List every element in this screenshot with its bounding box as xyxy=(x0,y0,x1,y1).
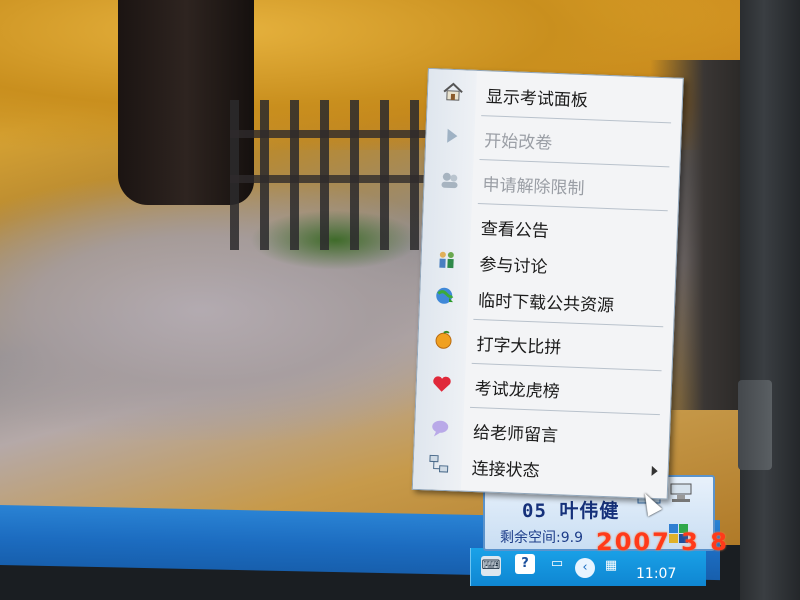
menu-item-label: 参与讨论 xyxy=(479,255,548,278)
menu-item-label: 连接状态 xyxy=(471,458,540,482)
home-icon xyxy=(443,82,463,101)
submenu-arrow-icon xyxy=(651,465,658,477)
taskbar-clock: 11:07 xyxy=(636,566,677,582)
menu-item-label: 考试龙虎榜 xyxy=(474,379,561,403)
play-icon xyxy=(447,128,458,143)
student-name: 05 叶伟健 xyxy=(522,500,620,522)
heart-icon xyxy=(433,376,451,392)
network-tray-icon[interactable]: ▦ xyxy=(601,556,621,576)
collapse-tray-icon[interactable]: ‹ xyxy=(575,558,595,578)
globe-download-icon xyxy=(436,287,454,304)
menu-item-label: 打字大比拼 xyxy=(476,335,562,359)
menu-item-label: 申请解除限制 xyxy=(482,175,585,200)
menu-item-label: 给老师留言 xyxy=(472,423,559,447)
remaining-space: 剩余空间:9.9 xyxy=(500,530,583,546)
keyboard-icon[interactable]: ⌨ xyxy=(481,556,501,576)
orange-icon xyxy=(435,330,452,349)
help-icon[interactable]: ? xyxy=(515,554,535,574)
people-icon xyxy=(439,251,454,269)
message-icon xyxy=(432,420,449,437)
network-icon xyxy=(429,454,449,473)
window-icon[interactable]: ▭ xyxy=(547,554,567,574)
menu-item-label: 开始改卷 xyxy=(483,131,553,154)
tray-context-menu: 显示考试面板 开始改卷 申请解除限制 查看公告 参与讨论 临时下载公共资源 打字… xyxy=(411,68,684,500)
menu-item-label: 临时下载公共资源 xyxy=(477,291,615,317)
menu-item-label: 显示考试面板 xyxy=(485,87,589,112)
users-icon xyxy=(441,172,458,189)
photo-of-monitor: ⌨ ? ▭ ‹ ▦ 11:07 05 叶伟健 剩余空间:9.9 2007 3 8 xyxy=(0,0,800,600)
monitor-clip xyxy=(738,380,772,470)
server-icon[interactable] xyxy=(668,481,694,505)
menu-item-label: 查看公告 xyxy=(480,219,550,242)
monitor-bezel-right xyxy=(740,0,800,600)
camera-date-stamp: 2007 3 8 xyxy=(596,528,729,556)
